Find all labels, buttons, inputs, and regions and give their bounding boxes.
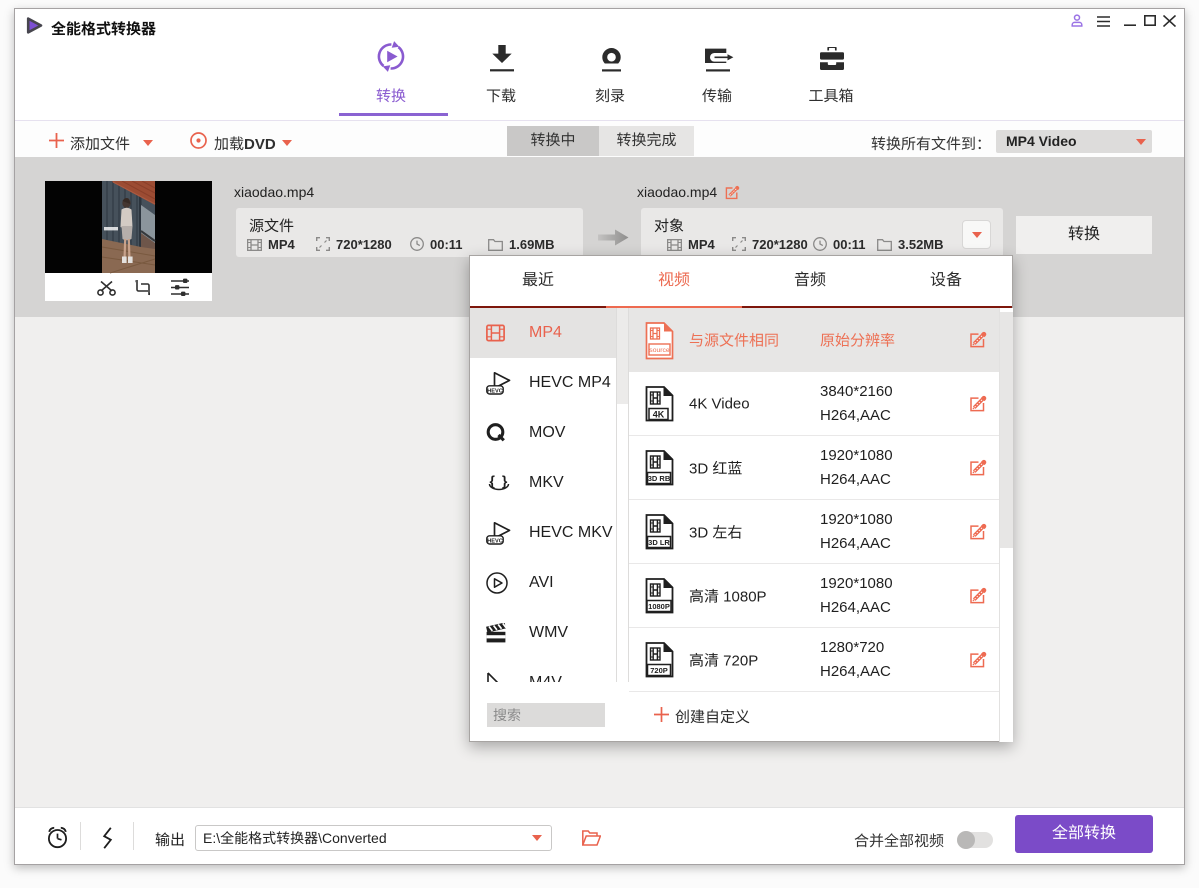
svg-text:HEVC: HEVC <box>487 538 503 544</box>
svg-text:HEVC: HEVC <box>487 388 503 394</box>
svg-text:1080P: 1080P <box>648 602 670 611</box>
svg-text:3D LR: 3D LR <box>648 538 670 547</box>
svg-text:3D RB: 3D RB <box>648 474 671 483</box>
svg-text:source: source <box>649 347 670 354</box>
svg-text:720P: 720P <box>650 666 668 675</box>
svg-text:{ }: { } <box>490 473 509 489</box>
svg-text:4K: 4K <box>653 410 665 420</box>
